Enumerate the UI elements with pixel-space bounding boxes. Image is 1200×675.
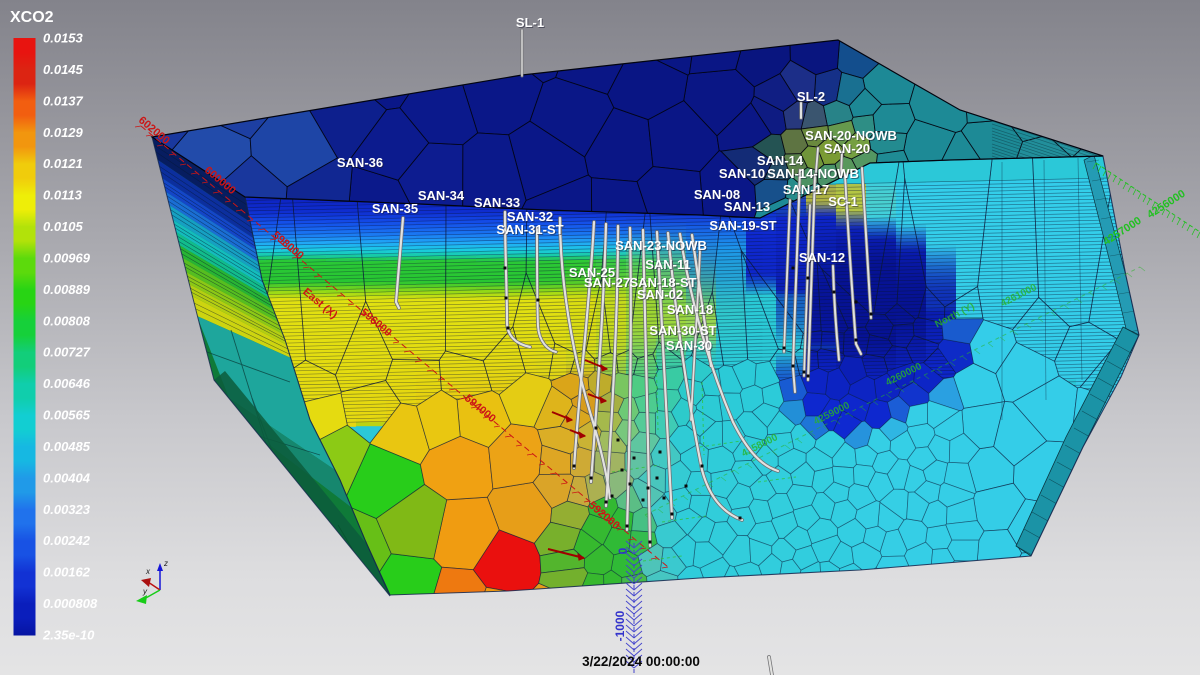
svg-text:SAN-17: SAN-17 xyxy=(783,182,829,197)
svg-text:0.000808: 0.000808 xyxy=(43,596,98,611)
svg-text:SAN-13: SAN-13 xyxy=(724,199,770,214)
svg-text:SAN-34: SAN-34 xyxy=(418,188,465,203)
svg-text:SAN-23-NOWB: SAN-23-NOWB xyxy=(615,238,707,253)
svg-text:SAN-02: SAN-02 xyxy=(637,287,683,302)
svg-text:0.00969: 0.00969 xyxy=(43,250,91,265)
svg-text:XCO2: XCO2 xyxy=(10,9,54,26)
svg-text:0.0153: 0.0153 xyxy=(43,31,84,46)
svg-text:0.0105: 0.0105 xyxy=(43,219,84,234)
svg-text:0.0145: 0.0145 xyxy=(43,62,84,77)
svg-text:SC-1: SC-1 xyxy=(828,194,858,209)
svg-text:SAN-36: SAN-36 xyxy=(337,155,383,170)
svg-text:SAN-18: SAN-18 xyxy=(667,302,713,317)
svg-text:SL-2: SL-2 xyxy=(797,89,825,104)
svg-text:2.35e-10: 2.35e-10 xyxy=(42,628,95,643)
svg-text:SAN-12: SAN-12 xyxy=(799,250,845,265)
svg-text:0.0129: 0.0129 xyxy=(43,125,84,140)
svg-text:0.00485: 0.00485 xyxy=(43,439,91,454)
svg-text:0.00162: 0.00162 xyxy=(43,565,91,580)
svg-text:3/22/2024 00:00:00: 3/22/2024 00:00:00 xyxy=(582,654,700,669)
svg-text:SL-1: SL-1 xyxy=(516,15,544,30)
svg-text:0.00404: 0.00404 xyxy=(43,470,91,485)
svg-text:0.0113: 0.0113 xyxy=(43,188,83,203)
svg-text:0.00727: 0.00727 xyxy=(43,345,91,360)
svg-text:-1000: -1000 xyxy=(613,610,627,641)
svg-text:0.00323: 0.00323 xyxy=(43,502,91,517)
svg-text:0.00808: 0.00808 xyxy=(43,313,91,328)
svg-text:SAN-31-ST: SAN-31-ST xyxy=(496,222,563,237)
svg-text:SAN-30: SAN-30 xyxy=(666,338,712,353)
svg-text:0: 0 xyxy=(616,547,630,554)
svg-text:SAN-19-ST: SAN-19-ST xyxy=(709,218,776,233)
svg-text:0.0121: 0.0121 xyxy=(43,156,83,171)
svg-text:0.00646: 0.00646 xyxy=(43,376,91,391)
svg-text:0.0137: 0.0137 xyxy=(43,93,84,108)
svg-text:SAN-20: SAN-20 xyxy=(824,141,870,156)
svg-text:0.00889: 0.00889 xyxy=(43,282,91,297)
svg-text:z: z xyxy=(163,559,168,568)
svg-text:0.00242: 0.00242 xyxy=(43,533,91,548)
svg-text:SAN-33: SAN-33 xyxy=(474,195,520,210)
svg-text:SAN-11: SAN-11 xyxy=(645,257,691,272)
svg-text:SAN-27: SAN-27 xyxy=(584,275,630,290)
svg-text:0.00565: 0.00565 xyxy=(43,408,91,423)
svg-text:SAN-35: SAN-35 xyxy=(372,201,418,216)
svg-text:SAN-14-NOWB: SAN-14-NOWB xyxy=(767,166,859,181)
svg-text:SAN-30-ST: SAN-30-ST xyxy=(649,323,716,338)
